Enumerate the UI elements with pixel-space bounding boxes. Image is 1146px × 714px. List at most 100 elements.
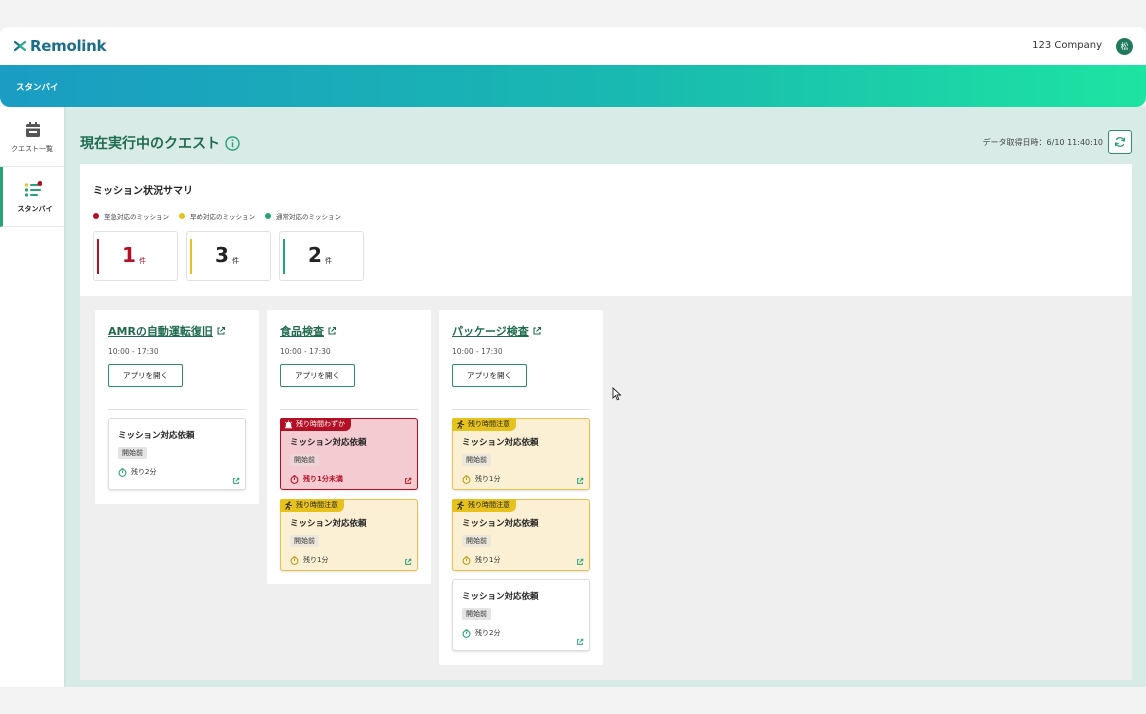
timer-icon — [118, 467, 127, 477]
page-banner: スタンバイ — [0, 65, 1146, 107]
timer-icon — [462, 474, 471, 484]
refresh-icon — [1114, 137, 1126, 147]
quest-title: AMRの自動運転復旧 — [108, 325, 213, 338]
legend-label: 通常対応のミッション — [276, 213, 341, 221]
page-title-text: 現在実行中のクエスト — [80, 136, 220, 152]
divider — [280, 409, 418, 410]
sidebar-item-standby[interactable]: スタンバイ — [0, 167, 64, 227]
mission-title: ミッション対応依頼 — [290, 438, 367, 448]
quest-card: パッケージ検査 10:00 - 17:30 アプリを開く 残り時間注意 ミッショ… — [439, 310, 603, 665]
urgency-badge: 残り時間注意 — [452, 418, 516, 431]
mission-card[interactable]: ミッション対応依頼 開始前 残り2分 — [452, 579, 590, 651]
banner-title: スタンバイ — [16, 83, 59, 93]
timer-icon — [290, 474, 299, 484]
remaining-text: 残り1分 — [475, 556, 501, 564]
quest-title-link[interactable]: AMRの自動運転復旧 — [108, 323, 226, 339]
avatar[interactable]: 松 — [1116, 38, 1133, 55]
alarm-icon — [284, 420, 293, 429]
badge-text: 残り時間注意 — [468, 420, 510, 428]
legend-item-urgent: 至急対応のミッション — [93, 211, 169, 221]
divider — [108, 409, 246, 410]
external-link-icon[interactable] — [576, 638, 584, 646]
remaining-time: 残り2分 — [118, 467, 156, 477]
standby-list-icon — [24, 181, 42, 197]
main-content: 現在実行中のクエスト データ取得日時：6/10 11:40:10 ミッション状況… — [66, 107, 1146, 687]
count-value: 1 — [122, 243, 136, 267]
mission-title: ミッション対応依頼 — [118, 431, 195, 441]
status-badge: 開始前 — [290, 454, 319, 466]
count-value: 2 — [308, 243, 322, 267]
running-icon — [457, 501, 465, 510]
info-icon[interactable] — [225, 135, 240, 151]
running-icon — [285, 501, 293, 510]
mission-title: ミッション対応依頼 — [290, 519, 367, 529]
external-link-icon[interactable] — [232, 477, 240, 485]
quest-card: 食品検査 10:00 - 17:30 アプリを開く 残り時間わずか ミッション対… — [267, 310, 431, 584]
remaining-time: 残り1分 — [462, 555, 500, 565]
mission-card-urgent[interactable]: 残り時間わずか ミッション対応依頼 開始前 残り1分未満 — [280, 418, 418, 490]
open-app-button[interactable]: アプリを開く — [280, 364, 355, 387]
brand-logo[interactable]: Remolink — [13, 37, 107, 55]
status-badge: 開始前 — [462, 454, 491, 466]
company-name: 123 Company — [1032, 40, 1102, 51]
urgency-badge: 残り時間わずか — [280, 418, 351, 431]
quest-title-link[interactable]: 食品検査 — [280, 323, 337, 339]
urgency-badge: 残り時間注意 — [280, 499, 344, 512]
remaining-time: 残り1分未満 — [290, 474, 343, 484]
summary-title: ミッション状況サマリ — [93, 186, 193, 197]
quest-time: 10:00 - 17:30 — [452, 347, 503, 356]
status-badge: 開始前 — [290, 535, 319, 547]
brand-name: Remolink — [30, 37, 107, 55]
legend-label: 至急対応のミッション — [104, 213, 169, 221]
red-dot-icon — [93, 213, 99, 219]
remaining-time: 残り1分 — [290, 555, 328, 565]
external-link-icon — [217, 326, 225, 335]
legend-item-normal: 通常対応のミッション — [265, 211, 341, 221]
status-badge: 開始前 — [462, 608, 491, 620]
sidebar-item-label: スタンバイ — [17, 205, 53, 213]
status-badge: 開始前 — [118, 447, 147, 459]
remaining-text: 残り1分未満 — [303, 475, 343, 483]
quest-title: パッケージ検査 — [452, 325, 529, 338]
external-link-icon — [328, 326, 337, 335]
remaining-time: 残り2分 — [462, 628, 500, 638]
badge-text: 残り時間注意 — [468, 501, 510, 509]
count-unit: 件 — [325, 257, 332, 265]
count-bar — [97, 239, 99, 274]
app-window: Remolink 123 Company 松 スタンバイ クエスト一覧 スタンバ… — [0, 27, 1146, 687]
page-title: 現在実行中のクエスト — [80, 133, 240, 153]
open-app-button[interactable]: アプリを開く — [108, 364, 183, 387]
count-value: 3 — [215, 243, 229, 267]
mission-card[interactable]: ミッション対応依頼 開始前 残り2分 — [108, 418, 246, 490]
status-badge: 開始前 — [462, 535, 491, 547]
sidebar-item-label: クエスト一覧 — [11, 145, 53, 153]
external-link-icon[interactable] — [404, 558, 412, 566]
count-unit: 件 — [139, 257, 146, 265]
refresh-button[interactable] — [1108, 130, 1132, 154]
mission-card-caution[interactable]: 残り時間注意 ミッション対応依頼 開始前 残り1分 — [452, 418, 590, 490]
mission-title: ミッション対応依頼 — [462, 592, 539, 602]
sidebar-item-quest-list[interactable]: クエスト一覧 — [0, 107, 64, 167]
mission-card-caution[interactable]: 残り時間注意 ミッション対応依頼 開始前 残り1分 — [280, 499, 418, 571]
divider — [452, 409, 590, 410]
mission-summary: ミッション状況サマリ 至急対応のミッション 早め対応のミッション 通常対応のミッ… — [80, 164, 1132, 296]
calendar-icon — [26, 122, 40, 137]
external-link-icon — [533, 326, 541, 335]
external-link-icon[interactable] — [576, 558, 584, 566]
timer-icon — [462, 628, 471, 638]
mouse-cursor-icon — [612, 387, 622, 401]
green-dot-icon — [265, 213, 271, 219]
remaining-time: 残り1分 — [462, 474, 500, 484]
count-normal: 2 件 — [279, 231, 364, 281]
external-link-icon[interactable] — [576, 477, 584, 485]
quest-title-link[interactable]: パッケージ検査 — [452, 323, 542, 339]
running-icon — [457, 420, 465, 429]
badge-text: 残り時間わずか — [296, 420, 345, 428]
external-link-icon[interactable] — [404, 477, 412, 485]
quest-title: 食品検査 — [280, 325, 324, 338]
mission-card-caution[interactable]: 残り時間注意 ミッション対応依頼 開始前 残り1分 — [452, 499, 590, 571]
mission-title: ミッション対応依頼 — [462, 438, 539, 448]
open-app-button[interactable]: アプリを開く — [452, 364, 527, 387]
quest-card: AMRの自動運転復旧 10:00 - 17:30 アプリを開く ミッション対応依… — [95, 310, 259, 504]
fetched-at: データ取得日時：6/10 11:40:10 — [982, 138, 1103, 147]
